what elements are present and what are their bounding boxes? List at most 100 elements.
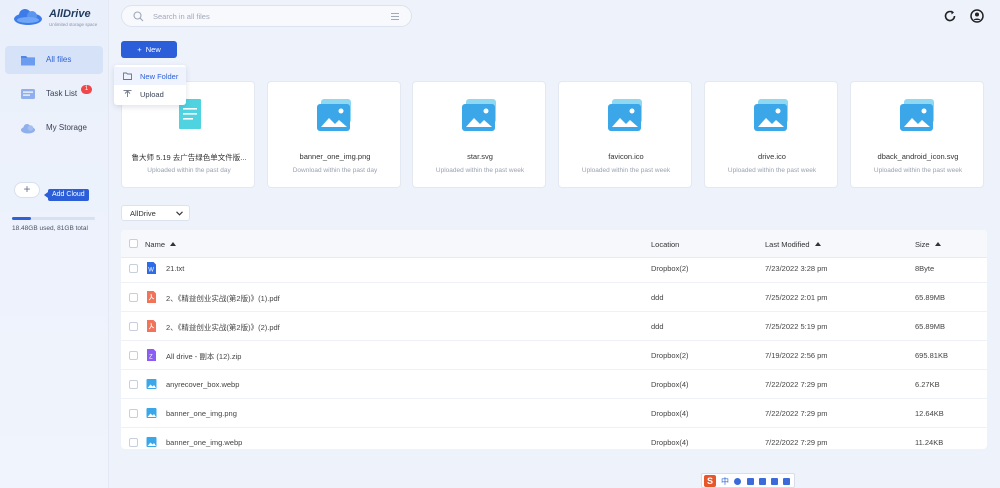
file-location: Dropbox(4) [651, 438, 689, 447]
account-icon[interactable] [970, 9, 984, 23]
menu-item-new-folder[interactable]: New Folder [114, 67, 186, 85]
sidebar-item-my-storage[interactable]: My Storage [5, 114, 103, 142]
image-file-icon [146, 379, 157, 389]
table-row[interactable]: 2、《精益创业实战(第2版)》(1).pdf ddd 7/25/2022 2:0… [121, 283, 987, 312]
menu-item-upload[interactable]: Upload [114, 85, 186, 103]
column-header-modified[interactable]: Last Modified [765, 240, 821, 249]
brand-tagline: Unlimited storage space [49, 22, 98, 27]
svg-text:Z: Z [149, 355, 153, 361]
table-row[interactable]: W 21.txt Dropbox(2) 7/23/2022 3:28 pm 8B… [121, 254, 987, 283]
sidebar-item-label: All files [46, 55, 72, 64]
add-cloud-label[interactable]: Add Cloud [44, 189, 89, 201]
file-size: 65.89MB [915, 293, 946, 302]
recent-file-name: drive.ico [758, 152, 786, 161]
drive-filter-value: AllDrive [130, 209, 156, 218]
toolbox-icon[interactable] [783, 478, 790, 485]
file-modified: 7/22/2022 7:29 pm [765, 409, 828, 418]
sidebar-item-label: Task List [46, 89, 78, 98]
brand-logo[interactable]: AllDrive Unlimited storage space [13, 4, 108, 32]
file-modified: 7/25/2022 5:19 pm [765, 322, 828, 331]
word-file-icon: W [147, 262, 156, 274]
image-icon [900, 99, 934, 131]
recent-file-meta: Uploaded within the past week [581, 167, 671, 174]
skin-icon[interactable] [771, 478, 778, 485]
recent-file-meta: Uploaded within the past day [147, 167, 231, 174]
file-location: ddd [651, 322, 664, 331]
search-box[interactable] [121, 5, 412, 27]
row-checkbox[interactable] [129, 438, 138, 447]
file-location: Dropbox(2) [651, 351, 689, 360]
drive-filter-select[interactable]: AllDrive [121, 205, 190, 221]
chevron-down-icon [176, 211, 183, 216]
file-name: banner_one_img.webp [166, 438, 243, 447]
keyboard-icon[interactable] [759, 478, 766, 485]
column-header-location[interactable]: Location [651, 240, 679, 249]
recent-file-name: favicon.ico [608, 152, 644, 161]
image-icon [317, 99, 351, 131]
menu-item-label: Upload [140, 90, 164, 99]
table-row[interactable]: Z All drive - 副本 (12).zip Dropbox(2) 7/1… [121, 341, 987, 370]
storage-progress-fill [12, 217, 32, 220]
microphone-icon[interactable] [747, 478, 754, 485]
pdf-file-icon [147, 320, 156, 332]
file-name: All drive - 副本 (12).zip [166, 352, 242, 361]
sidebar: AllDrive Unlimited storage space All fil… [0, 0, 109, 488]
storage-usage-text: 18.48GB used, 81GB total [12, 225, 88, 232]
file-name: 21.txt [166, 264, 185, 273]
file-size: 8Byte [915, 264, 935, 273]
sidebar-item-task-list[interactable]: Task List 1 [5, 80, 103, 108]
zip-file-icon: Z [147, 349, 156, 361]
sidebar-item-all-files[interactable]: All files [5, 46, 103, 74]
table-row[interactable]: 2、《精益创业实战(第2版)》(2).pdf ddd 7/25/2022 5:1… [121, 312, 987, 341]
column-header-name[interactable]: Name [145, 240, 177, 249]
image-icon [462, 99, 496, 131]
image-file-icon [146, 408, 157, 418]
search-input[interactable] [153, 10, 383, 23]
row-checkbox[interactable] [129, 322, 138, 331]
recent-file-card[interactable]: dback_android_icon.svg Uploaded within t… [850, 81, 984, 188]
ime-language-toggle[interactable]: 中 [721, 476, 729, 487]
filter-icon[interactable] [390, 12, 400, 21]
pdf-file-icon [147, 291, 156, 303]
task-list-icon [21, 89, 35, 99]
file-modified: 7/22/2022 7:29 pm [765, 438, 828, 447]
select-all-checkbox[interactable] [129, 239, 138, 248]
recent-file-card[interactable]: banner_one_img.png Download within the p… [267, 81, 401, 188]
table-row[interactable]: banner_one_img.png Dropbox(4) 7/22/2022 … [121, 399, 987, 428]
row-checkbox[interactable] [129, 351, 138, 360]
folder-icon [21, 56, 35, 66]
file-modified: 7/22/2022 7:29 pm [765, 380, 828, 389]
row-checkbox[interactable] [129, 380, 138, 389]
svg-text:W: W [148, 268, 154, 274]
recent-file-card[interactable]: star.svg Uploaded within the past week [412, 81, 546, 188]
recent-file-meta: Uploaded within the past week [873, 167, 963, 174]
folder-outline-icon [123, 72, 132, 80]
file-name: 2、《精益创业实战(第2版)》(1).pdf [166, 294, 280, 303]
file-name: anyrecover_box.webp [166, 380, 240, 389]
refresh-icon[interactable] [943, 9, 957, 23]
cloud-logo-icon [14, 9, 42, 25]
table-row[interactable]: anyrecover_box.webp Dropbox(4) 7/22/2022… [121, 370, 987, 399]
table-row[interactable]: banner_one_img.webp Dropbox(4) 7/22/2022… [121, 428, 987, 449]
new-button[interactable]: + New [121, 41, 177, 58]
file-size: 11.24KB [915, 438, 944, 447]
new-button-label: New [145, 45, 161, 54]
punctuation-icon[interactable] [734, 478, 741, 485]
plus-icon: + [137, 45, 142, 54]
file-location: Dropbox(4) [651, 380, 689, 389]
plus-icon[interactable]: + [14, 182, 40, 198]
recent-file-name: banner_one_img.png [299, 152, 371, 161]
file-location: ddd [651, 293, 664, 302]
file-size: 6.27KB [915, 380, 940, 389]
file-table: Name Location Last Modified Size W 21.tx… [121, 230, 987, 449]
search-icon [133, 11, 144, 22]
row-checkbox[interactable] [129, 293, 138, 302]
ime-logo-icon[interactable]: S [704, 475, 716, 487]
recent-file-card[interactable]: drive.ico Uploaded within the past week [704, 81, 838, 188]
recent-file-name: dback_android_icon.svg [877, 152, 959, 161]
recent-file-card[interactable]: favicon.ico Uploaded within the past wee… [558, 81, 692, 188]
column-header-size[interactable]: Size [915, 240, 941, 249]
file-modified: 7/25/2022 2:01 pm [765, 293, 828, 302]
row-checkbox[interactable] [129, 409, 138, 418]
row-checkbox[interactable] [129, 264, 138, 273]
